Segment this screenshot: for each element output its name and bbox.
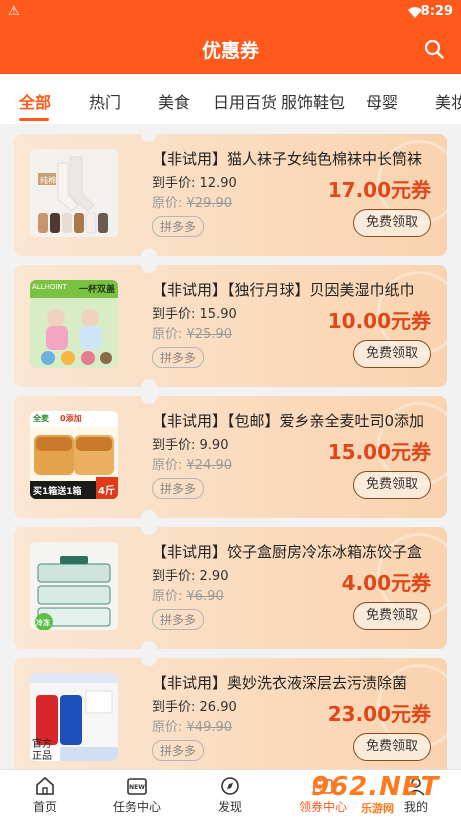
coupon-amount: 15.00元券 bbox=[327, 440, 431, 464]
svg-text:NEW: NEW bbox=[129, 784, 145, 791]
tab-hot[interactable]: 热门 bbox=[89, 89, 121, 113]
claim-button[interactable]: 免费领取 bbox=[353, 602, 431, 630]
claim-button[interactable]: 免费领取 bbox=[353, 471, 431, 499]
platform-badge: 拼多多 bbox=[152, 478, 205, 499]
category-tabs: 全部 热门 美食 日用百货 服饰鞋包 母婴 美妆 bbox=[0, 74, 461, 124]
final-price: 到手价: 26.90 bbox=[152, 700, 237, 715]
coupon-title: 【非试用】【独行月球】贝因美湿巾纸巾 bbox=[152, 281, 415, 299]
coupon-amount: 17.00元券 bbox=[327, 178, 431, 202]
final-price: 到手价: 2.90 bbox=[152, 569, 229, 584]
coupon-card[interactable]: 冷冻 【非试用】饺子盒厨房冷冻冰箱冻饺子盒 到手价: 2.90 原价: ¥6.9… bbox=[14, 527, 447, 649]
product-image: 冷冻 bbox=[30, 542, 118, 630]
task-new-icon: NEW bbox=[127, 778, 147, 795]
status-bar: ⚠ 8:29 bbox=[0, 0, 461, 24]
platform-badge: 拼多多 bbox=[152, 609, 205, 630]
product-image: 官方 正品 bbox=[30, 673, 118, 761]
coupon-title: 【非试用】奥妙洗衣液深层去污渍除菌 bbox=[152, 674, 408, 692]
coupon-list: 纯棉 【非试用】猫人袜子女纯色棉袜中长筒袜 到手价: 12.90 原价: ¥29… bbox=[0, 124, 461, 769]
nav-home[interactable]: 首页 bbox=[5, 776, 85, 815]
original-price: 原价: ¥25.90 bbox=[152, 327, 233, 342]
coupon-title: 【非试用】【包邮】爱乡亲全麦吐司0添加 bbox=[152, 412, 425, 430]
tab-all[interactable]: 全部 bbox=[19, 89, 51, 113]
tab-beauty[interactable]: 美妆 bbox=[435, 89, 461, 113]
tab-daily[interactable]: 日用百货 bbox=[213, 89, 277, 113]
original-price: 原价: ¥24.90 bbox=[152, 458, 233, 473]
compass-icon bbox=[221, 777, 239, 795]
coupon-title: 【非试用】猫人袜子女纯色棉袜中长筒袜 bbox=[152, 150, 423, 168]
coupon-card[interactable]: 全麦 0添加 买1箱送1箱 4斤 【非试用】【包邮】爱乡亲全麦吐司0添加 到手价… bbox=[14, 396, 447, 518]
claim-button[interactable]: 免费领取 bbox=[353, 340, 431, 368]
tab-apparel[interactable]: 服饰鞋包 bbox=[281, 89, 345, 113]
coupon-amount: 4.00元券 bbox=[341, 571, 431, 595]
tab-indicator bbox=[19, 118, 49, 121]
claim-button[interactable]: 免费领取 bbox=[353, 209, 431, 237]
coupon-title: 【非试用】饺子盒厨房冷冻冰箱冻饺子盒 bbox=[152, 543, 423, 561]
page-title: 优惠券 bbox=[201, 40, 259, 62]
original-price: 原价: ¥29.90 bbox=[152, 196, 233, 211]
tab-baby[interactable]: 母婴 bbox=[366, 89, 398, 113]
original-price: 原价: ¥49.90 bbox=[152, 720, 233, 735]
original-price: 原价: ¥6.90 bbox=[152, 589, 224, 604]
home-icon bbox=[36, 776, 54, 795]
search-icon[interactable] bbox=[423, 38, 445, 60]
platform-badge: 拼多多 bbox=[152, 347, 205, 368]
coupon-card[interactable]: 纯棉 【非试用】猫人袜子女纯色棉袜中长筒袜 到手价: 12.90 原价: ¥29… bbox=[14, 134, 447, 256]
site-watermark: 962.NET 乐游网 bbox=[311, 772, 440, 815]
coupon-card[interactable]: 官方 正品 【非试用】奥妙洗衣液深层去污渍除菌 到手价: 26.90 原价: ¥… bbox=[14, 658, 447, 769]
product-image: 全麦 0添加 买1箱送1箱 4斤 bbox=[30, 411, 118, 499]
claim-button[interactable]: 免费领取 bbox=[353, 733, 431, 761]
nav-tasks[interactable]: NEW 任务中心 bbox=[97, 776, 177, 815]
platform-badge: 拼多多 bbox=[152, 740, 205, 761]
final-price: 到手价: 15.90 bbox=[152, 307, 237, 322]
product-image: 纯棉 bbox=[30, 149, 118, 237]
product-image: ALLHOINT 一杯双盖 bbox=[30, 280, 118, 368]
tab-food[interactable]: 美食 bbox=[158, 89, 190, 113]
final-price: 到手价: 9.90 bbox=[152, 438, 229, 453]
platform-badge: 拼多多 bbox=[152, 216, 205, 237]
warning-icon: ⚠ bbox=[8, 4, 20, 19]
status-time: 8:29 bbox=[420, 4, 453, 19]
nav-discover[interactable]: 发现 bbox=[190, 776, 270, 815]
final-price: 到手价: 12.90 bbox=[152, 176, 237, 191]
coupon-card[interactable]: ALLHOINT 一杯双盖 【非试用】【独行月球】贝因美湿巾纸巾 到手价: 15… bbox=[14, 265, 447, 387]
coupon-amount: 10.00元券 bbox=[327, 309, 431, 333]
coupon-amount: 23.00元券 bbox=[327, 702, 431, 726]
app-header: 优惠券 bbox=[0, 24, 461, 74]
